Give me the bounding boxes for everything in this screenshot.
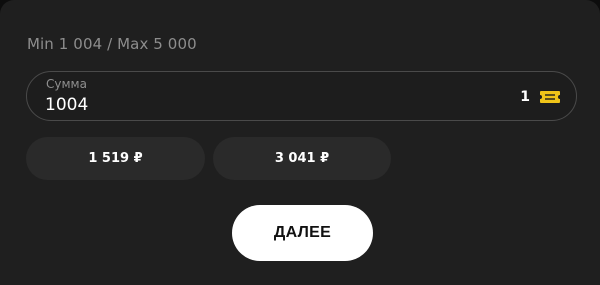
- ticket-icon: [540, 91, 560, 103]
- amount-field-label: Сумма: [46, 77, 87, 91]
- preset-amount-button[interactable]: 1 519 ₽: [26, 137, 205, 180]
- amount-limits: Min 1 004 / Max 5 000: [27, 35, 197, 53]
- amount-field[interactable]: Сумма 1: [26, 71, 577, 121]
- preset-amount-button[interactable]: 3 041 ₽: [213, 137, 391, 180]
- ticket-count: 1: [520, 89, 530, 105]
- next-button[interactable]: ДАЛЕЕ: [232, 205, 373, 261]
- amount-input[interactable]: [45, 93, 345, 117]
- bet-amount-panel: Min 1 004 / Max 5 000 Сумма 1 1 519 ₽ 3 …: [0, 0, 600, 285]
